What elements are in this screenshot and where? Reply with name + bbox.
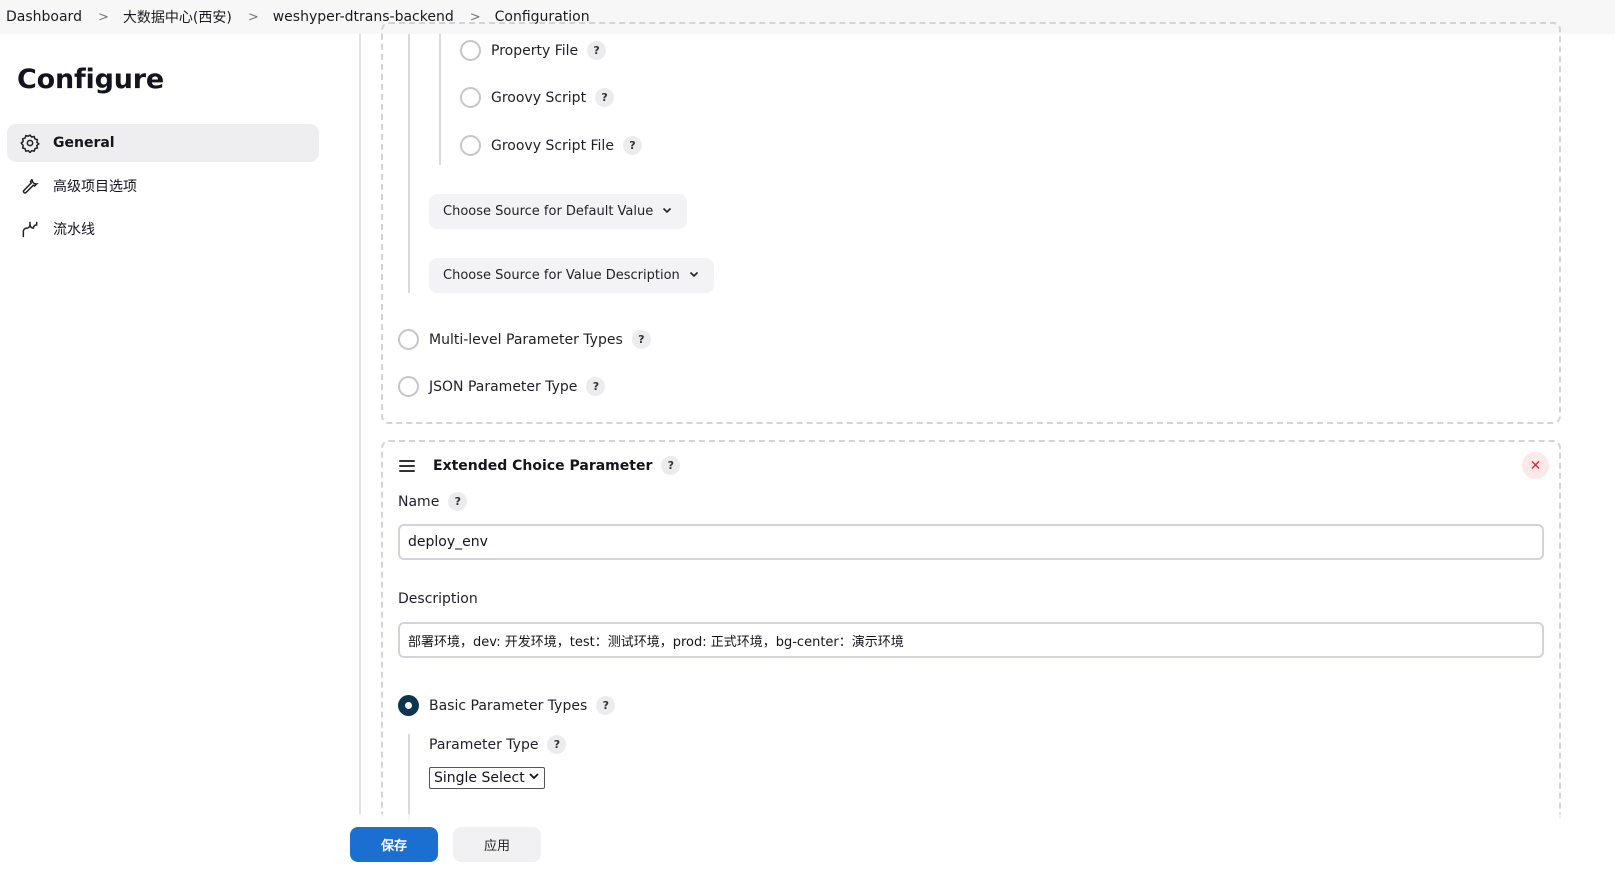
radio-property-file[interactable] xyxy=(460,40,481,61)
description-input[interactable]: 部署环境，dev: 开发环境，test：测试环境，prod: 正式环境，bg-c… xyxy=(398,622,1544,658)
description-label-text: Description xyxy=(398,591,478,607)
option-groovy-script: Groovy Script ? xyxy=(460,87,615,108)
parameter-type-label: Parameter Type ? xyxy=(429,735,567,754)
description-label: Description xyxy=(398,591,478,607)
breadcrumb-dashboard[interactable]: Dashboard xyxy=(6,9,82,25)
help-icon[interactable]: ? xyxy=(547,735,567,754)
value-description-source-dropdown[interactable]: Choose Source for Value Description xyxy=(429,258,714,293)
nested-indent-line xyxy=(408,34,410,293)
option-basic-parameter-types: Basic Parameter Types ? xyxy=(398,695,616,716)
help-icon[interactable]: ? xyxy=(587,41,607,60)
wrench-icon xyxy=(20,176,40,196)
section-title: Extended Choice Parameter xyxy=(433,457,653,474)
help-icon[interactable]: ? xyxy=(448,492,468,511)
name-label-text: Name xyxy=(398,493,440,510)
option-label: JSON Parameter Type xyxy=(429,378,578,395)
breadcrumb-separator: > xyxy=(247,9,259,25)
parameter-type-label-text: Parameter Type xyxy=(429,736,539,753)
page-title: Configure xyxy=(17,64,164,95)
drag-handle-icon[interactable] xyxy=(399,459,415,472)
help-icon[interactable]: ? xyxy=(631,330,651,349)
close-icon: ✕ xyxy=(1529,457,1542,474)
pipeline-icon xyxy=(20,219,40,239)
chevron-down-icon xyxy=(688,268,700,284)
chevron-down-icon xyxy=(528,770,540,786)
name-label: Name ? xyxy=(398,492,468,511)
name-input[interactable]: deploy_env xyxy=(398,524,1544,560)
help-icon[interactable]: ? xyxy=(596,696,616,715)
option-groovy-script-file: Groovy Script File ? xyxy=(460,135,642,156)
radio-basic-parameter-types[interactable] xyxy=(398,695,419,716)
sidebar-item-label: General xyxy=(53,135,115,151)
apply-button[interactable]: 应用 xyxy=(453,827,541,862)
description-input-value: 部署环境，dev: 开发环境，test：测试环境，prod: 正式环境，bg-c… xyxy=(408,634,904,650)
help-icon[interactable]: ? xyxy=(622,136,642,155)
sidebar-item-general[interactable]: General xyxy=(7,124,319,162)
extended-choice-header: Extended Choice Parameter ? xyxy=(399,456,681,475)
option-property-file: Property File ? xyxy=(460,40,607,61)
option-label: Groovy Script xyxy=(491,89,587,106)
sidebar-item-advanced[interactable]: 高级项目选项 xyxy=(7,167,319,205)
nested-indent-line xyxy=(408,734,410,824)
content-divider xyxy=(359,34,361,814)
help-icon[interactable]: ? xyxy=(586,377,606,396)
option-multi-level: Multi-level Parameter Types ? xyxy=(398,329,651,350)
sidebar-item-pipeline[interactable]: 流水线 xyxy=(7,210,319,248)
parameter-type-value: Single Select xyxy=(434,770,525,786)
option-label: Multi-level Parameter Types xyxy=(429,331,623,348)
breadcrumb-separator: > xyxy=(97,9,109,25)
gear-icon xyxy=(20,133,40,153)
sidebar: Configure General 高级项目选项 流水线 xyxy=(0,34,335,892)
dropdown-label: Choose Source for Value Description xyxy=(443,268,680,283)
radio-groovy-script-file[interactable] xyxy=(460,135,481,156)
parameter-type-select[interactable]: Single Select xyxy=(429,767,545,789)
delete-parameter-button[interactable]: ✕ xyxy=(1522,452,1549,479)
nested-indent-line xyxy=(439,34,441,165)
sidebar-item-label: 高级项目选项 xyxy=(53,179,137,195)
save-button[interactable]: 保存 xyxy=(350,827,438,862)
chevron-down-icon xyxy=(661,204,673,220)
option-label: Basic Parameter Types xyxy=(429,697,588,714)
radio-multi-level[interactable] xyxy=(398,329,419,350)
dropdown-label: Choose Source for Default Value xyxy=(443,204,654,219)
name-input-value: deploy_env xyxy=(408,534,488,550)
config-content: Property File ? Groovy Script ? Groovy S… xyxy=(362,22,1615,860)
sidebar-item-label: 流水线 xyxy=(53,222,95,238)
radio-json-parameter[interactable] xyxy=(398,376,419,397)
help-icon[interactable]: ? xyxy=(595,88,615,107)
option-label: Property File xyxy=(491,42,579,59)
help-icon[interactable]: ? xyxy=(661,456,681,475)
default-value-source-dropdown[interactable]: Choose Source for Default Value xyxy=(429,194,688,229)
option-json-parameter: JSON Parameter Type ? xyxy=(398,376,606,397)
radio-groovy-script[interactable] xyxy=(460,87,481,108)
breadcrumb-folder[interactable]: 大数据中心(西安) xyxy=(123,7,232,27)
option-label: Groovy Script File xyxy=(491,137,614,154)
scrollbar[interactable] xyxy=(1608,34,1613,824)
